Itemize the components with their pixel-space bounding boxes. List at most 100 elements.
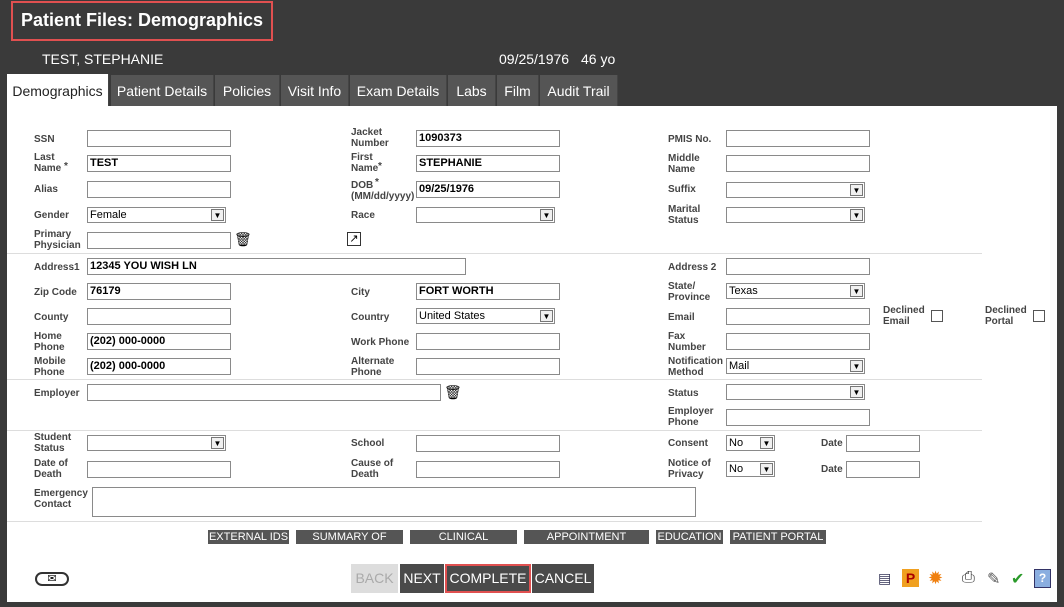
patient-portal-button[interactable]: PATIENT PORTAL: [730, 530, 826, 544]
chevron-down-icon: ▼: [850, 184, 863, 196]
tab-visit-info[interactable]: Visit Info: [281, 75, 349, 106]
employer-phone-field[interactable]: [726, 409, 870, 426]
next-button[interactable]: NEXT: [400, 564, 444, 593]
notification-label: Notification Method: [668, 356, 723, 378]
external-ids-button[interactable]: EXTERNAL IDS: [208, 530, 289, 544]
first-name-label: First Name: [351, 152, 379, 174]
status-select[interactable]: ▼: [726, 384, 865, 400]
date-of-death-field[interactable]: [87, 461, 231, 478]
fax-field[interactable]: [726, 333, 870, 350]
education-button[interactable]: EDUCATION: [656, 530, 723, 544]
primary-physician-field[interactable]: [87, 232, 231, 249]
privacy-date-field[interactable]: [846, 461, 920, 478]
notice-privacy-select[interactable]: No ▼: [726, 461, 775, 477]
mobile-phone-field[interactable]: (202) 000-0000: [87, 358, 231, 375]
county-label: County: [34, 312, 69, 323]
declined-portal-label: Declined Portal: [985, 305, 1027, 327]
email-label: Email: [668, 312, 695, 323]
mobile-phone-label: Mobile Phone: [34, 356, 66, 378]
edit-icon[interactable]: ✎: [987, 569, 1000, 589]
alternate-phone-label: Alternate Phone: [351, 356, 395, 378]
student-status-select[interactable]: ▼: [87, 435, 226, 451]
student-status-label: Student Status: [34, 432, 72, 454]
alias-label: Alias: [34, 184, 58, 195]
chevron-down-icon: ▼: [540, 310, 553, 322]
tab-film[interactable]: Film: [497, 75, 539, 106]
alias-field[interactable]: [87, 181, 231, 198]
tab-patient-details[interactable]: Patient Details: [111, 75, 214, 106]
help-icon[interactable]: ?: [1034, 569, 1051, 588]
notice-privacy-value: No: [729, 463, 744, 475]
required-marker: *: [64, 161, 68, 172]
first-name-field[interactable]: STEPHANIE: [416, 155, 560, 172]
page-title: Patient Files: Demographics: [11, 1, 273, 41]
divider: [7, 521, 982, 522]
suffix-select[interactable]: ▼: [726, 182, 865, 198]
home-phone-field[interactable]: (202) 000-0000: [87, 333, 231, 350]
tab-exam-details[interactable]: Exam Details: [350, 75, 447, 106]
trash-icon[interactable]: 🗑: [444, 384, 462, 401]
tab-policies[interactable]: Policies: [215, 75, 280, 106]
employer-field[interactable]: [87, 384, 441, 401]
required-marker: *: [378, 161, 382, 172]
race-select[interactable]: ▼: [416, 207, 555, 223]
tab-labs[interactable]: Labs: [448, 75, 496, 106]
cause-of-death-field[interactable]: [416, 461, 560, 478]
ssn-field[interactable]: [87, 130, 231, 147]
appointment-details-button[interactable]: APPOINTMENT DETAILS: [524, 530, 649, 557]
cancel-button[interactable]: CANCEL: [532, 564, 594, 593]
country-select[interactable]: United States ▼: [416, 308, 555, 324]
address2-field[interactable]: [726, 258, 870, 275]
alternate-phone-field[interactable]: [416, 358, 560, 375]
check-icon[interactable]: ✔: [1011, 569, 1024, 589]
printer-icon[interactable]: ⎙: [962, 569, 975, 587]
country-label: Country: [351, 312, 390, 323]
city-field[interactable]: FORT WORTH: [416, 283, 560, 300]
clinical-summary-button[interactable]: CLINICAL SUMMARY: [410, 530, 517, 557]
state-select[interactable]: Texas ▼: [726, 283, 865, 299]
email-field[interactable]: [726, 308, 870, 325]
emergency-contact-label: Emergency Contact: [34, 488, 88, 510]
summary-of-care-button[interactable]: SUMMARY OF CARE: [296, 530, 403, 557]
print-icon[interactable]: ▤: [878, 570, 891, 587]
consent-date-field[interactable]: [846, 435, 920, 452]
school-field[interactable]: [416, 435, 560, 452]
link-icon[interactable]: ↗: [347, 232, 361, 246]
consent-select[interactable]: No ▼: [726, 435, 775, 451]
gear-icon[interactable]: ✹: [928, 568, 943, 589]
complete-button[interactable]: COMPLETE: [445, 564, 531, 593]
demographics-panel: SSN Jacket Number 1090373 PMIS No. Last …: [7, 106, 1057, 602]
status-label: Status: [668, 388, 699, 399]
work-phone-field[interactable]: [416, 333, 560, 350]
dob-field[interactable]: 09/25/1976: [416, 181, 560, 198]
last-name-field[interactable]: TEST: [87, 155, 231, 172]
address1-field[interactable]: 12345 YOU WISH LN: [87, 258, 466, 275]
required-marker: *: [375, 177, 379, 188]
mail-icon[interactable]: ✉: [35, 572, 69, 586]
marital-select[interactable]: ▼: [726, 207, 865, 223]
emergency-contact-field[interactable]: [92, 487, 696, 517]
primary-physician-label: Primary Physician: [34, 229, 81, 251]
state-label: State/ Province: [668, 281, 711, 303]
notification-select[interactable]: Mail ▼: [726, 358, 865, 374]
trash-icon[interactable]: 🗑: [234, 231, 252, 248]
p-icon[interactable]: P: [902, 569, 919, 587]
address2-label: Address 2: [668, 262, 717, 273]
pmis-field[interactable]: [726, 130, 870, 147]
consent-date-label: Date: [821, 438, 843, 449]
county-field[interactable]: [87, 308, 231, 325]
gender-select[interactable]: Female ▼: [87, 207, 226, 223]
back-button[interactable]: BACK: [351, 564, 398, 593]
tab-audit-trail[interactable]: Audit Trail: [540, 75, 618, 106]
declined-email-checkbox[interactable]: [931, 310, 943, 322]
chevron-down-icon: ▼: [850, 209, 863, 221]
chevron-down-icon: ▼: [211, 209, 224, 221]
jacket-field[interactable]: 1090373: [416, 130, 560, 147]
race-label: Race: [351, 210, 375, 221]
declined-portal-checkbox[interactable]: [1033, 310, 1045, 322]
zip-field[interactable]: 76179: [87, 283, 231, 300]
last-name-label: Last Name: [34, 152, 62, 174]
tab-demographics[interactable]: Demographics: [7, 74, 109, 107]
middle-name-field[interactable]: [726, 155, 870, 172]
cause-of-death-label: Cause of Death: [351, 458, 394, 480]
